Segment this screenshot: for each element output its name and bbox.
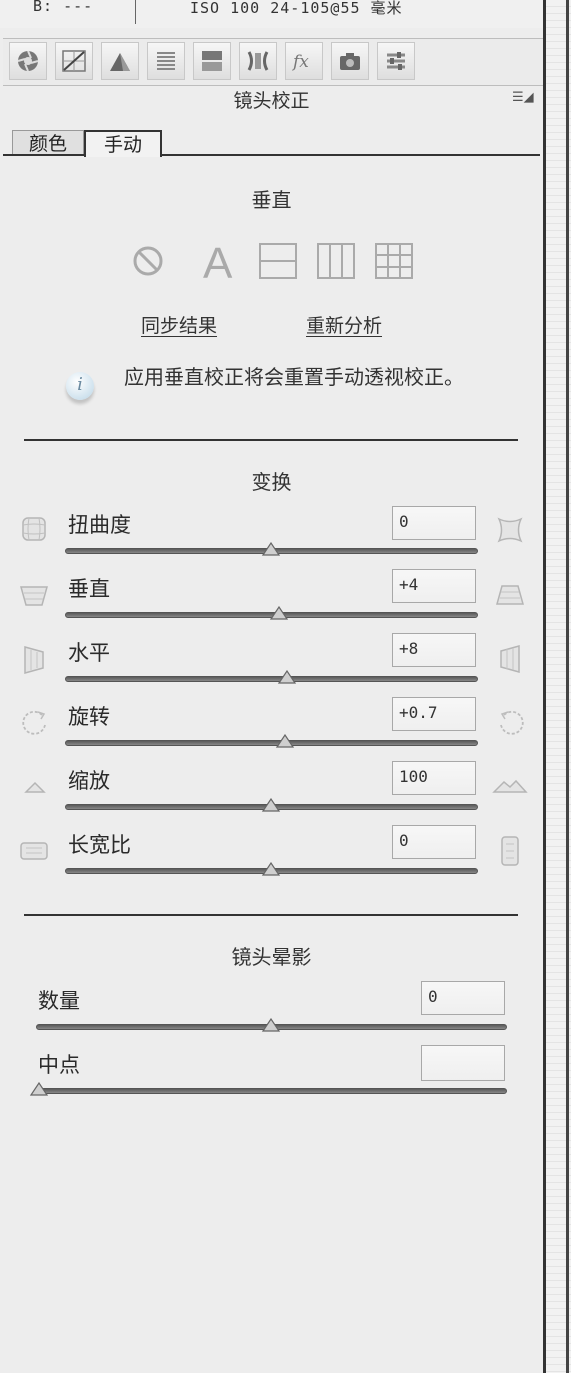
vertical-perspective-plus-icon [496,585,524,605]
sync-results-link[interactable]: 同步结果 [141,311,217,338]
scale-small-icon [24,781,46,793]
tab-color[interactable]: 颜色 [12,130,84,156]
rotate-label: 旋转 [68,705,110,729]
split-toning-tab-button[interactable] [193,42,231,80]
rotate-ccw-icon [22,710,46,735]
tab-manual[interactable]: 手动 [84,130,162,157]
vignette-midpoint-label: 中点 [38,1053,80,1077]
upright-info-text: 应用垂直校正将会重置手动透视校正。 [124,365,464,389]
vignette-amount-value[interactable]: 0 [421,981,505,1015]
upright-full-icon[interactable] [374,242,414,280]
aspect-value[interactable]: 0 [392,825,476,859]
fx-tab-button[interactable]: fx [285,42,323,80]
horizontal-perspective-plus-icon [500,645,520,673]
hsl-tab-button[interactable] [147,42,185,80]
scale-large-icon [492,779,528,793]
camera-calibration-tab-button[interactable] [331,42,369,80]
reanalyze-link[interactable]: 重新分析 [306,311,382,338]
aspect-tall-icon [501,836,519,866]
camera-calibration-icon [340,53,360,70]
aspect-label: 长宽比 [68,833,131,857]
vignette-midpoint-value[interactable] [421,1045,505,1081]
upright-level-icon[interactable] [258,242,298,280]
aspect-wide-icon [20,842,48,860]
transform-title: 变换 [251,470,292,494]
detail-tab-button[interactable] [101,42,139,80]
upright-off-icon[interactable] [131,244,165,278]
svg-text:fx: fx [291,52,309,72]
svg-text:A: A [203,240,233,282]
pincushion-distortion-icon [497,517,523,543]
vertical-value[interactable]: +4 [392,569,476,603]
section-divider [24,439,518,441]
aperture-icon [17,50,39,72]
tone-curve-tab-button[interactable] [55,42,93,80]
window-border [566,0,569,1373]
camera-meta: ISO 100 24-105@55 毫米 [190,0,403,17]
lens-correction-icon [247,51,269,71]
panel-title: 镜头校正 [233,90,310,112]
scale-value[interactable]: 100 [392,761,476,795]
rotate-cw-icon [500,710,524,735]
vertical-perspective-minus-icon [20,586,48,606]
lens-correction-tab-button[interactable] [239,42,277,80]
panel-menu-icon[interactable]: ☰◢ [512,90,534,105]
vignetting-title: 镜头晕影 [231,945,312,969]
upright-title: 垂直 [251,188,292,212]
distortion-label: 扭曲度 [68,513,131,537]
distortion-value[interactable]: 0 [392,506,476,540]
rotate-value[interactable]: +0.7 [392,697,476,731]
info-separator [135,0,136,24]
scale-label: 缩放 [68,769,110,793]
section-divider-2 [24,914,518,916]
horizontal-value[interactable]: +8 [392,633,476,667]
vertical-label: 垂直 [68,577,110,601]
tone-curve-icon [62,50,86,72]
fx-icon: fx [291,52,309,72]
rotate-slider-track[interactable] [65,740,478,746]
vignette-midpoint-slider-track[interactable] [36,1088,507,1094]
info-icon: i [66,372,94,400]
vignette-amount-label: 数量 [38,989,80,1013]
basic-tab-button[interactable] [9,42,47,80]
horizontal-perspective-minus-icon [24,646,44,674]
split-toning-icon [202,51,222,71]
upright-auto-icon[interactable]: A [200,240,238,282]
hsl-icon [157,52,175,70]
horizontal-label: 水平 [68,641,110,665]
presets-tab-button[interactable] [377,42,415,80]
rgb-readout: B: --- [33,0,94,15]
presets-icon [387,52,405,70]
horizontal-slider-track[interactable] [65,676,478,682]
detail-icon [110,53,130,71]
barrel-distortion-icon [22,517,46,541]
upright-vertical-icon[interactable] [316,242,356,280]
panel-toolbar: fx [3,38,543,86]
panel-border [543,0,546,1373]
info-bar: B: --- ISO 100 24-105@55 毫米 [0,0,543,28]
